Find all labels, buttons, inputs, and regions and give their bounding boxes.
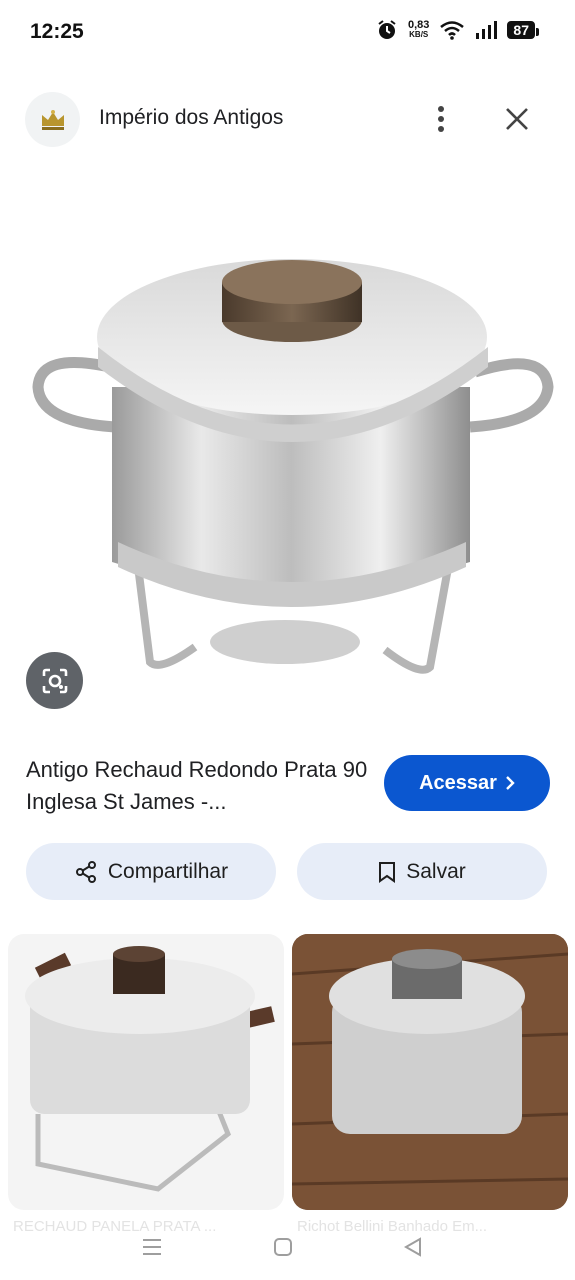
home-icon[interactable] (268, 1232, 298, 1262)
share-button-label: Compartilhar (107, 859, 229, 883)
back-icon[interactable] (398, 1232, 428, 1262)
related-image[interactable] (8, 934, 284, 1210)
save-button[interactable]: Salvar (297, 843, 547, 900)
status-time: 12:25 (30, 20, 84, 43)
more-vert-icon[interactable] (424, 100, 458, 138)
access-button[interactable]: Acessar (384, 755, 550, 811)
result-title[interactable]: Antigo Rechaud Redondo Prata 90 Inglesa … (26, 754, 371, 818)
alarm-icon (378, 20, 396, 39)
signal-icon (476, 21, 498, 39)
source-header: Império dos Antigos (0, 90, 575, 148)
crown-icon (41, 109, 64, 130)
net-speed-unit: KB/S (409, 30, 429, 39)
site-name[interactable]: Império dos Antigos (99, 106, 283, 130)
close-icon[interactable] (498, 100, 536, 138)
site-logo[interactable] (25, 92, 80, 147)
save-button-label: Salvar (406, 859, 466, 883)
access-button-label: Acessar (419, 771, 497, 794)
share-icon (75, 860, 96, 883)
status-bar: 12:25 0,83 KB/S 87 (0, 0, 575, 66)
product-image[interactable] (0, 172, 575, 717)
battery-icon: 87 (507, 21, 539, 39)
related-image[interactable] (292, 934, 568, 1210)
wifi-icon (440, 21, 465, 40)
system-nav-bar (0, 1222, 575, 1280)
status-icons: 0,83 KB/S 87 (376, 19, 539, 41)
bookmark-icon (379, 861, 396, 883)
chevron-right-icon (506, 776, 515, 790)
share-button[interactable]: Compartilhar (26, 843, 276, 900)
net-speed: 0,83 KB/S (408, 20, 429, 40)
lens-icon[interactable] (26, 652, 83, 709)
recent-apps-icon[interactable] (137, 1232, 167, 1262)
